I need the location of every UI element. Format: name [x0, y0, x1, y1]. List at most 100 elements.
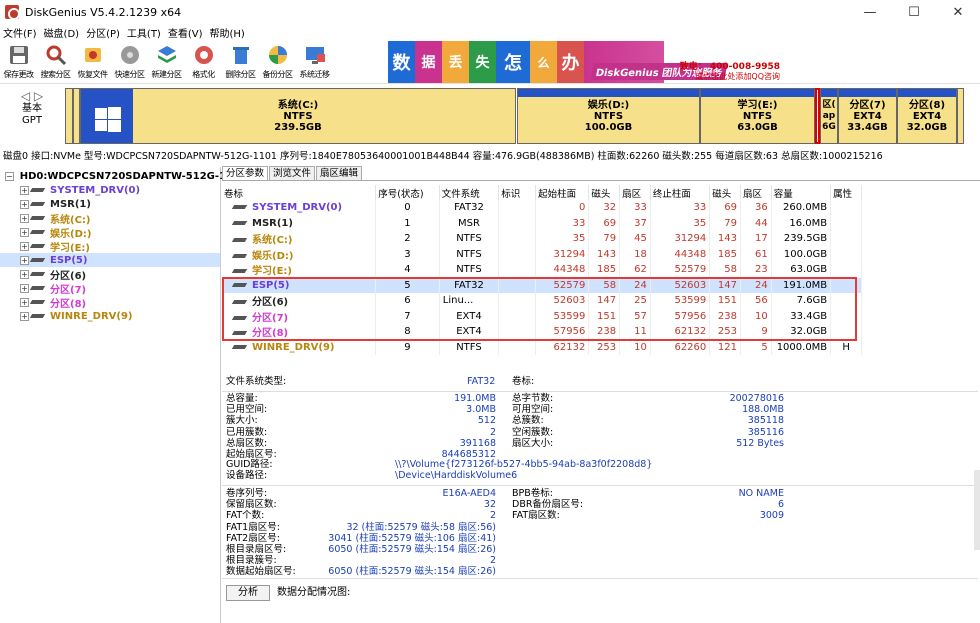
detail-label: 根目录扇区号:: [226, 544, 287, 555]
disk-map-partition-6[interactable]: 区( ap 6G: [820, 88, 838, 144]
table-cell-cap: 100.0GB: [771, 246, 832, 262]
close-button[interactable]: ✕: [936, 0, 980, 24]
analyze-button[interactable]: 分析: [226, 585, 270, 601]
menu-partition[interactable]: 分区(P): [83, 25, 124, 40]
expand-toggle[interactable]: +: [20, 185, 29, 195]
new-partition-label: 新建分区: [151, 70, 183, 79]
table-cell-fs: NTFS: [439, 262, 500, 278]
tree-partition-item[interactable]: + MSR(1): [0, 197, 220, 211]
disk-tree: − HD0:WDCPCSN720SDAPNTW-512G-1 + SYSTEM_D…: [0, 167, 226, 623]
tree-partition-item[interactable]: + 娱乐(D:): [0, 225, 220, 240]
expand-toggle[interactable]: +: [20, 255, 29, 265]
column-header[interactable]: 标识: [498, 185, 537, 200]
expand-toggle[interactable]: +: [20, 199, 29, 209]
table-cell-fs: NTFS: [439, 339, 500, 355]
quick-partition-button[interactable]: 快速分区: [111, 40, 148, 84]
detail-label: BPB卷标:: [512, 488, 553, 499]
table-row[interactable]: 系统(C:) 2 NTFS 35 79 45 31294 143 17 239.5GB: [222, 231, 862, 247]
tree-disk-node[interactable]: − HD0:WDCPCSN720SDAPNTW-512G-1: [0, 169, 226, 183]
expand-toggle[interactable]: +: [20, 283, 29, 293]
recover-files-button[interactable]: 恢复文件: [74, 40, 111, 84]
tree-partition-item[interactable]: + 分区(6): [0, 267, 220, 282]
disk-map-small-part[interactable]: [65, 88, 73, 144]
guid-label: GUID路径:: [226, 459, 273, 470]
table-row[interactable]: MSR(1) 1 MSR 33 69 37 35 79 44 16.0MB: [222, 215, 862, 231]
delete-partition-button[interactable]: 删除分区: [222, 40, 259, 84]
column-header[interactable]: 文件系统: [439, 185, 500, 200]
table-cell-attr: [830, 231, 862, 247]
partition-name: 区(: [822, 99, 836, 110]
tree-partition-item[interactable]: + ESP(5): [0, 253, 220, 267]
expand-toggle[interactable]: +: [20, 227, 29, 237]
detail-value: 2: [489, 510, 496, 522]
tree-partition-item[interactable]: + 学习(E:): [0, 239, 220, 254]
tree-partition-item[interactable]: + WINRE_DRV(9): [0, 309, 220, 323]
search-partition-button[interactable]: 搜索分区: [37, 40, 74, 84]
disk-map-partition-7[interactable]: 分区(7) EXT4 33.4GB: [838, 88, 897, 144]
disk-map-partition-c[interactable]: 系统(C:) NTFS 239.5GB: [80, 88, 516, 144]
tab-browse-files[interactable]: 浏览文件: [269, 166, 316, 180]
column-header[interactable]: 磁头: [588, 185, 621, 200]
disk-map-small-part[interactable]: [957, 88, 964, 144]
tab-sector-editor[interactable]: 扇区编辑: [316, 166, 363, 180]
column-header[interactable]: 终止柱面: [650, 185, 711, 200]
menu-tools[interactable]: 工具(T): [124, 25, 165, 40]
column-header[interactable]: 容量: [771, 185, 832, 200]
system-migrate-button[interactable]: 系统迁移: [296, 40, 333, 84]
menu-help[interactable]: 帮助(H): [207, 25, 249, 40]
tree-partition-item[interactable]: + 分区(7): [0, 281, 220, 296]
table-cell-id: [498, 200, 537, 216]
tab-partition-params[interactable]: 分区参数: [222, 166, 269, 180]
new-partition-button[interactable]: 新建分区: [148, 40, 185, 84]
tree-partition-item[interactable]: + SYSTEM_DRV(0): [0, 183, 220, 197]
partition-size: 100.0GB: [584, 121, 633, 133]
column-header[interactable]: 属性: [830, 185, 862, 200]
expand-toggle[interactable]: +: [20, 297, 29, 307]
disk-nav-arrows[interactable]: ◁ ▷: [0, 89, 64, 103]
maximize-button[interactable]: ☐: [892, 0, 936, 24]
disk-map-small-part[interactable]: [73, 88, 80, 144]
scrollbar[interactable]: [974, 470, 980, 550]
table-cell-eh: 121: [709, 339, 741, 355]
disk-type-gpt: GPT: [22, 115, 42, 126]
table-row[interactable]: SYSTEM_DRV(0) 0 FAT32 0 32 33 33 69 36 260.0MB: [222, 200, 862, 216]
minimize-button[interactable]: —: [848, 0, 892, 24]
disk-map-partition-8[interactable]: 分区(8) EXT4 32.0GB: [897, 88, 957, 144]
backup-partition-button[interactable]: 备份分区: [259, 40, 296, 84]
save-icon: [7, 43, 31, 67]
menu-disk[interactable]: 磁盘(D): [41, 25, 84, 40]
format-button[interactable]: 格式化: [185, 40, 222, 84]
detail-label: 总簇数:: [512, 415, 544, 427]
menu-view[interactable]: 查看(V): [165, 25, 207, 40]
menu-file[interactable]: 文件(F): [0, 25, 41, 40]
detail-label: 已用空间:: [226, 404, 268, 416]
backup-partition-label: 备份分区: [262, 70, 294, 79]
tree-partition-label: MSR(1): [50, 198, 91, 210]
column-header[interactable]: 序号(状态): [375, 185, 440, 200]
expand-toggle[interactable]: +: [20, 213, 29, 223]
expand-toggle[interactable]: +: [20, 311, 29, 321]
column-header[interactable]: 扇区: [619, 185, 651, 200]
disk-info-line: 磁盘0 接口:NVMe 型号:WDCPCSN720SDAPNTW-512G-11…: [3, 151, 883, 162]
table-cell-label: MSR(1): [222, 215, 377, 231]
tree-partition-item[interactable]: + 分区(8): [0, 295, 220, 310]
table-cell-fs: NTFS: [439, 246, 500, 262]
disk-map-partition-d[interactable]: 娱乐(D:) NTFS 100.0GB: [517, 88, 700, 144]
table-row[interactable]: 娱乐(D:) 3 NTFS 31294 143 18 44348 185 61 100.0GB: [222, 246, 862, 262]
table-row[interactable]: WINRE_DRV(9) 9 NTFS 62132 253 10 62260 121 5 1000…: [222, 339, 862, 355]
column-header[interactable]: 扇区: [740, 185, 772, 200]
table-row[interactable]: 学习(E:) 4 NTFS 44348 185 62 52579 58 23 63.0GB: [222, 262, 862, 278]
table-cell-es: 17: [740, 231, 772, 247]
save-changes-button[interactable]: 保存更改: [0, 40, 37, 84]
expand-toggle[interactable]: +: [20, 241, 29, 251]
disk-map-partition-e[interactable]: 学习(E:) NTFS 63.0GB: [700, 88, 815, 144]
format-icon: [192, 43, 216, 67]
collapse-toggle[interactable]: −: [5, 171, 14, 181]
column-header[interactable]: 起始柱面: [535, 185, 590, 200]
tree-partition-item[interactable]: + 系统(C:): [0, 211, 220, 226]
detail-value: 385116: [747, 426, 784, 438]
column-header[interactable]: 卷标: [222, 185, 377, 200]
ad-banner[interactable]: 数 据 丢 失 怎 么 办 DiskGenius 团队为您服务 致电： 400-…: [388, 41, 784, 83]
expand-toggle[interactable]: +: [20, 269, 29, 279]
column-header[interactable]: 磁头: [709, 185, 741, 200]
